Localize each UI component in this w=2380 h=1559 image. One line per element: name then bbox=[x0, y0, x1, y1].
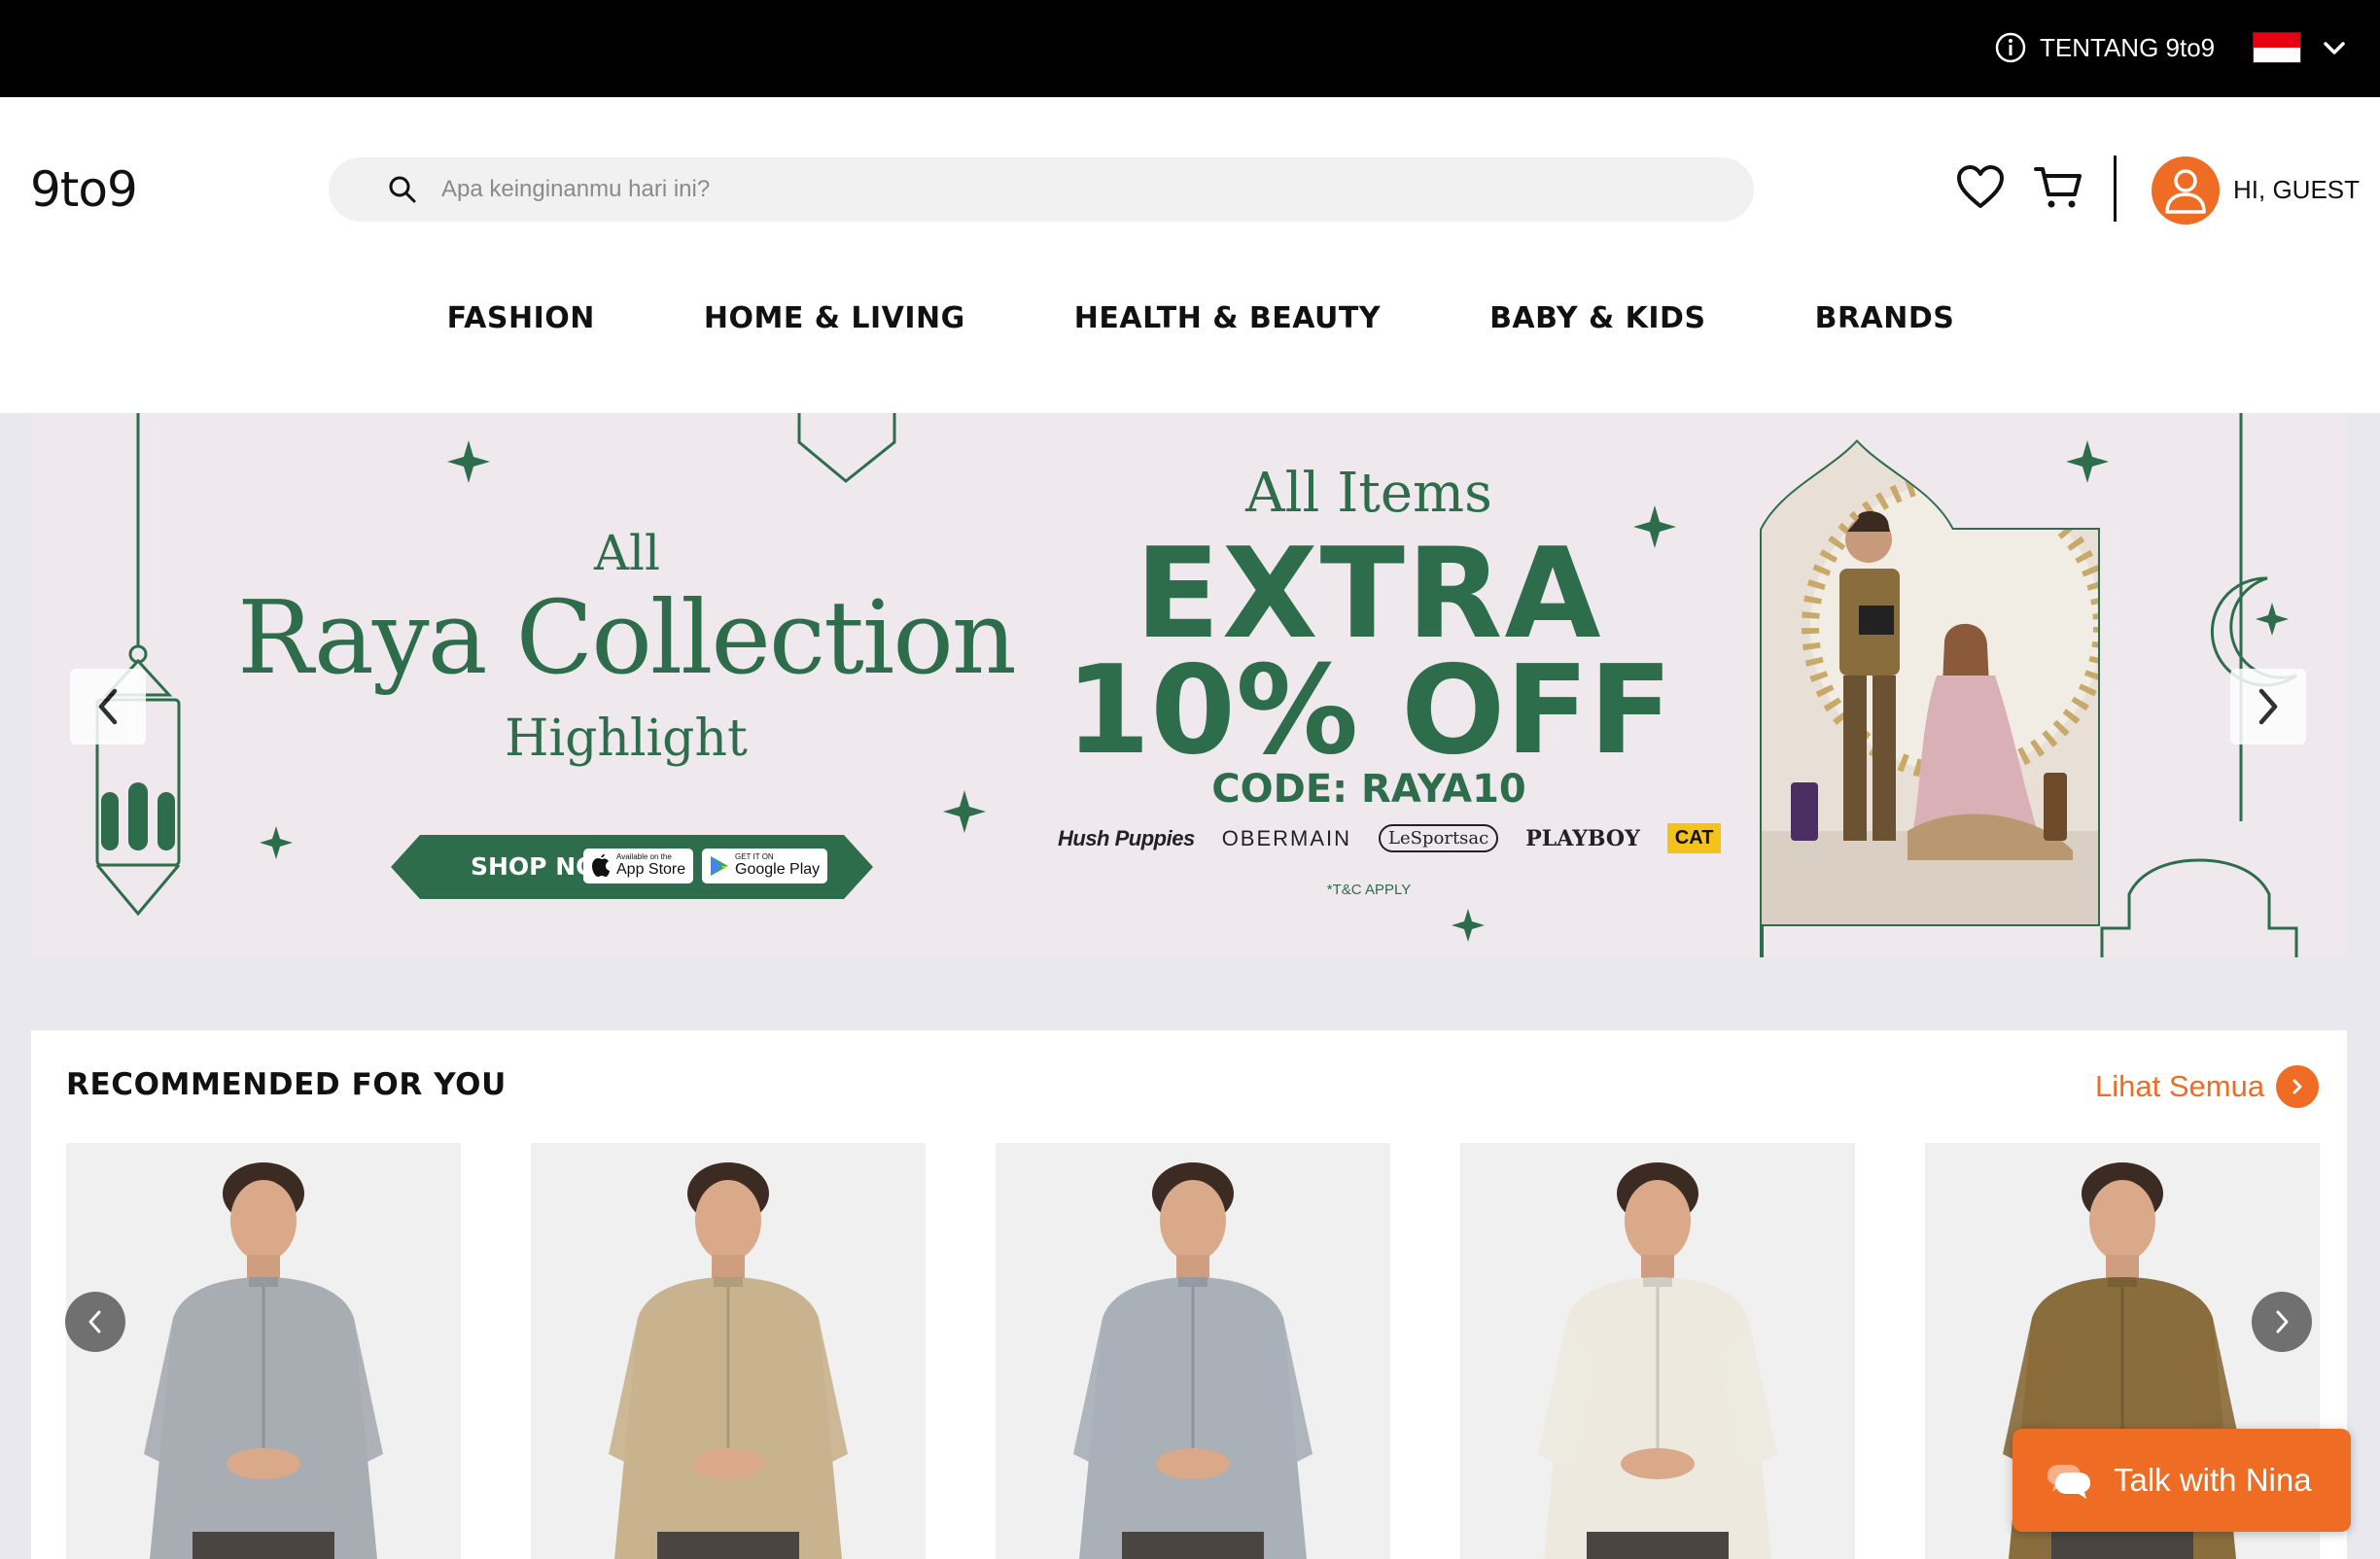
avatar[interactable] bbox=[2152, 156, 2220, 225]
banner-raya-text: Raya Collection bbox=[237, 578, 1017, 697]
brand-logos: Hush Puppies OBERMAIN LeSportsac PLAYBOY… bbox=[1058, 823, 1722, 853]
banner-all-text: All bbox=[593, 525, 661, 581]
chevron-down-icon[interactable] bbox=[2322, 37, 2347, 58]
banner-model-photo bbox=[1762, 442, 2098, 924]
heart-icon[interactable] bbox=[1956, 165, 2005, 210]
product-card[interactable] bbox=[996, 1143, 1390, 1559]
about-label: TENTANG 9to9 bbox=[2040, 32, 2216, 62]
nav-health-beauty[interactable]: HEALTH & BEAUTY bbox=[1074, 301, 1381, 335]
apple-icon bbox=[592, 854, 610, 877]
chevron-left-icon bbox=[98, 688, 118, 725]
app-store-small: Available on the bbox=[616, 852, 672, 861]
banner-all-items-text: All Items bbox=[1245, 462, 1492, 525]
search-icon[interactable] bbox=[387, 174, 418, 205]
nav-baby-kids[interactable]: BABY & KIDS bbox=[1489, 301, 1706, 335]
nav-home-living[interactable]: HOME & LIVING bbox=[704, 301, 965, 335]
chevron-right-icon bbox=[2276, 1310, 2289, 1334]
chevron-right-icon bbox=[2258, 688, 2278, 725]
indonesia-flag-icon[interactable] bbox=[2253, 32, 2301, 63]
user-icon bbox=[2165, 169, 2206, 214]
chevron-left-icon bbox=[88, 1310, 101, 1334]
brand-lesportsac: LeSportsac bbox=[1379, 824, 1499, 852]
play-store-icon bbox=[711, 856, 728, 876]
see-all-label: Lihat Semua bbox=[2095, 1069, 2265, 1103]
banner-code-text: CODE: RAYA10 bbox=[1211, 767, 1526, 812]
product-card[interactable] bbox=[1460, 1143, 1855, 1559]
banner-tnc: *T&C APPLY bbox=[1326, 882, 1412, 898]
product-card[interactable] bbox=[66, 1143, 461, 1559]
cart-icon[interactable] bbox=[2034, 165, 2082, 210]
brand-playboy: PLAYBOY bbox=[1525, 825, 1640, 851]
about-link[interactable]: TENTANG 9to9 bbox=[1995, 28, 2215, 67]
brand-hush-puppies: Hush Puppies bbox=[1058, 825, 1195, 850]
app-store-badge[interactable]: Available on the App Store bbox=[583, 849, 694, 883]
site-logo[interactable]: 9to9 bbox=[30, 161, 138, 218]
product-image bbox=[996, 1143, 1390, 1559]
site-header: 9to9 HI, GUEST FASHION HOME & LIVING HEA… bbox=[0, 97, 2380, 413]
user-greeting[interactable]: HI, GUEST bbox=[2233, 175, 2360, 205]
nav-fashion[interactable]: FASHION bbox=[447, 301, 595, 335]
google-play-small: GET IT ON bbox=[735, 852, 774, 861]
hero-banner[interactable]: All Raya Collection Highlight SHOP NOW A… bbox=[31, 413, 2347, 957]
google-play-badge[interactable]: GET IT ON Google Play bbox=[702, 849, 828, 883]
product-image bbox=[1460, 1143, 1855, 1559]
see-all-link[interactable]: Lihat Semua bbox=[2095, 1065, 2320, 1108]
section-title: RECOMMENDED FOR YOU bbox=[66, 1067, 507, 1102]
product-list bbox=[66, 1143, 2320, 1559]
google-play-label: Google Play bbox=[735, 861, 821, 878]
app-store-label: App Store bbox=[616, 861, 686, 878]
search-input[interactable] bbox=[441, 176, 1705, 203]
product-card[interactable] bbox=[531, 1143, 926, 1559]
chat-label: Talk with Nina bbox=[2114, 1462, 2312, 1498]
search-bar[interactable] bbox=[329, 157, 1754, 222]
product-image bbox=[66, 1143, 461, 1559]
product-image bbox=[531, 1143, 926, 1559]
chevron-right-circle-icon bbox=[2276, 1065, 2320, 1108]
brand-cat: CAT bbox=[1666, 823, 1722, 853]
banner-highlight-text: Highlight bbox=[505, 710, 748, 768]
carousel-next-button[interactable] bbox=[2252, 1292, 2312, 1352]
top-bar: TENTANG 9to9 bbox=[0, 0, 2380, 97]
banner-next-button[interactable] bbox=[2230, 669, 2306, 745]
main-nav: FASHION HOME & LIVING HEALTH & BEAUTY BA… bbox=[0, 301, 2380, 335]
banner-off-text: 10% OFF bbox=[1065, 639, 1673, 781]
chat-bubble-icon bbox=[2048, 1465, 2090, 1499]
brand-obermain: OBERMAIN bbox=[1221, 825, 1352, 850]
header-divider bbox=[2114, 156, 2117, 222]
nav-brands[interactable]: BRANDS bbox=[1815, 301, 1955, 335]
recommended-section: RECOMMENDED FOR YOU Lihat Semua bbox=[31, 1030, 2347, 1559]
banner-prev-button[interactable] bbox=[70, 669, 146, 745]
info-icon bbox=[1995, 32, 2026, 63]
carousel-prev-button[interactable] bbox=[65, 1292, 125, 1352]
chat-widget-button[interactable]: Talk with Nina bbox=[2012, 1429, 2351, 1532]
